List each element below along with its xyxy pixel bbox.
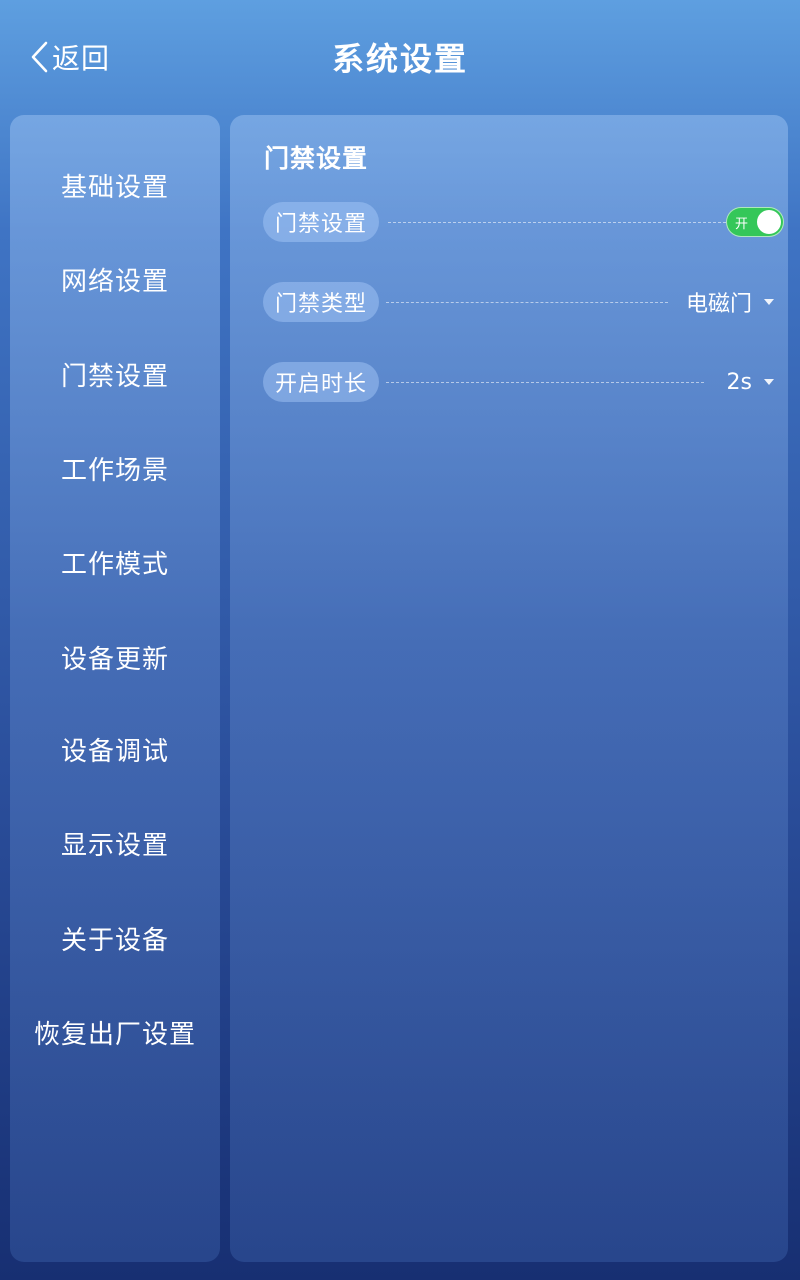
sidebar-item-label: 关于设备 <box>60 925 169 956</box>
sidebar-item-label: 门禁设置 <box>60 361 169 392</box>
setting-label: 开启时长 <box>263 362 380 402</box>
setting-label: 门禁设置 <box>263 202 380 242</box>
sidebar-item-display-settings[interactable]: 显示设置 <box>10 819 220 867</box>
toggle-knob <box>757 210 781 234</box>
dashed-divider <box>386 302 668 303</box>
select-value: 2s <box>726 369 752 395</box>
sidebar-item-device-update[interactable]: 设备更新 <box>10 633 220 681</box>
sidebar-item-label: 显示设置 <box>60 830 169 861</box>
sidebar-item-work-mode[interactable]: 工作模式 <box>10 538 220 586</box>
access-control-toggle[interactable]: 开 <box>726 207 784 237</box>
page-title: 系统设置 <box>331 40 468 78</box>
setting-label: 门禁类型 <box>263 282 380 322</box>
open-duration-select[interactable]: 2s <box>727 362 794 402</box>
sidebar-item-network-settings[interactable]: 网络设置 <box>10 255 220 303</box>
setting-row-access-control: 门禁设置 开 <box>263 202 784 242</box>
dashed-divider <box>388 222 731 223</box>
sidebar-item-label: 设备调试 <box>60 736 169 767</box>
dashed-divider <box>386 382 704 383</box>
sidebar: 基础设置 网络设置 门禁设置 工作场景 工作模式 设备更新 设备调试 显示设置 … <box>10 115 220 1262</box>
toggle-state-text: 开 <box>735 217 749 232</box>
sidebar-item-device-debug[interactable]: 设备调试 <box>10 725 220 773</box>
select-value: 电磁门 <box>685 292 752 317</box>
sidebar-item-about-device[interactable]: 关于设备 <box>10 914 220 962</box>
sidebar-item-label: 工作场景 <box>60 455 169 486</box>
panel-title: 门禁设置 <box>264 144 369 173</box>
sidebar-item-label: 设备更新 <box>60 644 169 675</box>
settings-panel: 门禁设置 门禁设置 开 门禁类型 电磁门 开启时长 2s <box>230 115 788 1262</box>
sidebar-item-label: 基础设置 <box>60 172 169 203</box>
sidebar-item-label: 网络设置 <box>60 266 169 297</box>
setting-row-access-type: 门禁类型 电磁门 <box>263 282 774 322</box>
caret-down-icon <box>764 299 774 305</box>
sidebar-item-basic-settings[interactable]: 基础设置 <box>10 161 220 209</box>
sidebar-item-factory-reset[interactable]: 恢复出厂设置 <box>10 1008 220 1056</box>
access-type-select[interactable]: 电磁门 <box>686 282 794 322</box>
sidebar-item-label: 工作模式 <box>60 549 169 580</box>
header: 返回 系统设置 <box>0 0 800 112</box>
sidebar-item-access-control-settings[interactable]: 门禁设置 <box>10 350 220 398</box>
sidebar-item-work-scene[interactable]: 工作场景 <box>10 444 220 492</box>
setting-row-open-duration: 开启时长 2s <box>263 362 774 402</box>
caret-down-icon <box>764 379 774 385</box>
sidebar-item-label: 恢复出厂设置 <box>33 1019 196 1050</box>
